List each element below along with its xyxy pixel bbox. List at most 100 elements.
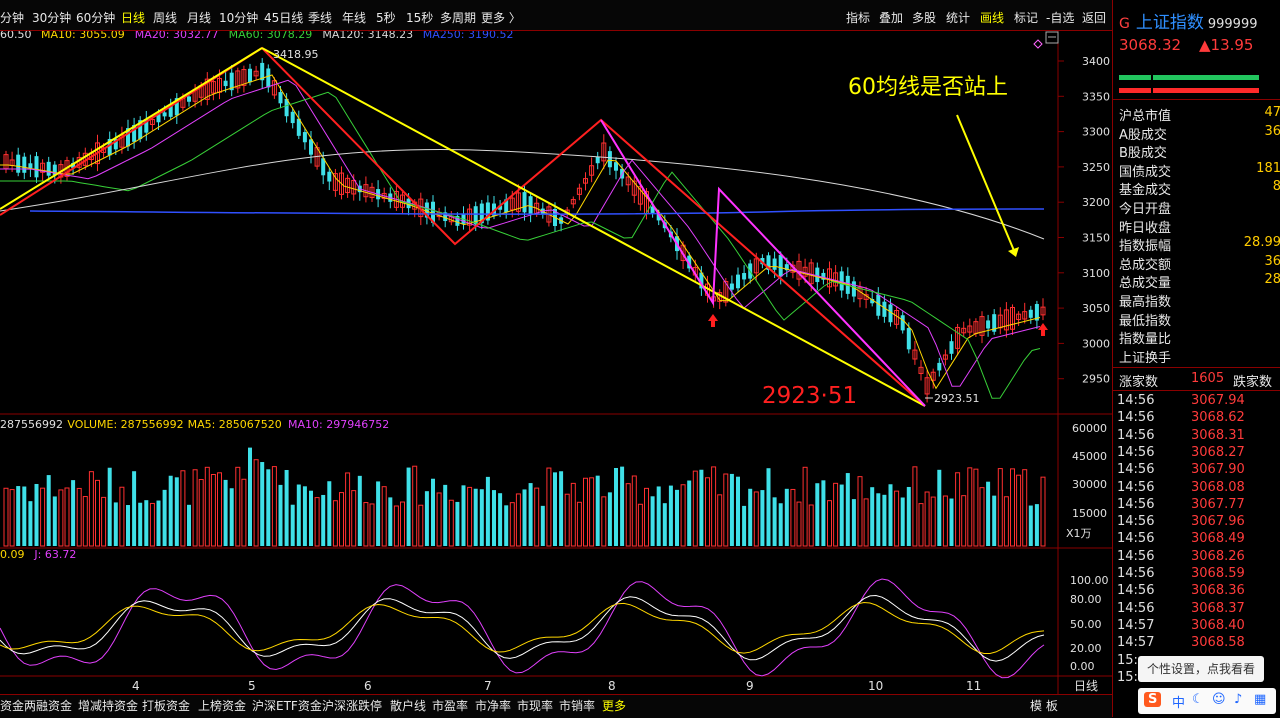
tick-price: 3068.58	[1191, 635, 1245, 651]
toolbar-button[interactable]: 多股	[912, 9, 936, 26]
period-tab[interactable]: 季线	[308, 9, 332, 26]
moon-icon[interactable]: ☾	[1192, 692, 1204, 707]
tick-time: 14:56	[1117, 479, 1155, 495]
legend-item: MA10: 3055.09	[41, 31, 125, 41]
tick-price: 3068.31	[1191, 427, 1245, 443]
tick-time: 15:	[1117, 669, 1138, 685]
ime-mode[interactable]: 中	[1172, 692, 1185, 711]
kline-chart-area[interactable]: 3400 3350 3300 3250 3200 3150 3100 3050 3000 2950…	[0, 31, 1112, 694]
indicator-tab[interactable]: 沪深ETF资金	[252, 697, 322, 714]
indicator-tab[interactable]: 两融资金	[24, 697, 72, 714]
ime-logo-icon[interactable]: S	[1144, 692, 1162, 707]
tick-price: 3068.49	[1191, 531, 1245, 547]
tick-time: 14:56	[1117, 566, 1155, 581]
kdj-tick: 20.00	[1070, 642, 1102, 655]
index-code: 999999	[1207, 17, 1258, 32]
low-annotation: 2923·51	[762, 383, 857, 409]
month-label: 9	[746, 679, 754, 693]
ime-toolbar[interactable]: S 中 ☾ ☺ ♪ ▦	[1138, 688, 1276, 714]
stat-label: 沪总市值	[1119, 109, 1172, 124]
indicator-tab[interactable]: 沪深涨跌停	[322, 697, 382, 714]
indicator-tab[interactable]: 更多	[602, 697, 626, 714]
toolbar-button[interactable]: 指标	[846, 9, 870, 26]
period-tab[interactable]: 5秒	[376, 9, 396, 26]
indicator-tabs-bar: 资金 两融资金 增减持资金 打板资金 上榜资金 沪深ETF资金 沪深涨跌停 散户线 市盈率 市净率…	[0, 694, 1112, 718]
mic-icon[interactable]: ♪	[1234, 692, 1242, 707]
price-tick: 2950	[1082, 373, 1110, 386]
volume-bars	[3, 447, 1046, 547]
indicator-tab[interactable]: 增减持资金	[78, 697, 138, 714]
stat-label: 指数振幅	[1119, 239, 1172, 255]
tick-price: 3067.94	[1191, 393, 1245, 408]
tick-time: 14:56	[1117, 496, 1155, 512]
price-tick: 3150	[1082, 232, 1110, 245]
indicator-tab[interactable]: 市销率	[559, 697, 595, 714]
tick-price: 3067.96	[1191, 514, 1245, 530]
period-tab[interactable]: 分钟	[0, 9, 24, 26]
price-tick: 3350	[1082, 90, 1110, 103]
tick-time: 14:56	[1117, 444, 1155, 460]
period-tab[interactable]: 多周期	[440, 9, 476, 26]
period-tab[interactable]: 周线	[153, 9, 177, 26]
diamond-icon[interactable]	[1033, 39, 1043, 49]
stat-value: 36	[1264, 123, 1280, 139]
tick-price: 3068.62	[1191, 410, 1245, 426]
stat-label: 指数量比	[1119, 332, 1172, 348]
kdj-lines	[0, 578, 1045, 679]
up-arrow-icon	[1038, 323, 1048, 336]
sell-bar	[1119, 88, 1151, 93]
tick-time: 15:	[1117, 652, 1138, 668]
stat-row: 昨日收盘	[1119, 217, 1280, 236]
rise-count-label: 涨家数	[1119, 375, 1159, 390]
legend-item: MA20: 3032.77	[135, 31, 219, 41]
period-tab[interactable]: 60分钟	[76, 9, 115, 26]
toolbar-button[interactable]: 画线	[980, 9, 1004, 26]
indicator-tab[interactable]: 资金	[0, 697, 24, 714]
toolbar-button[interactable]: 标记	[1014, 9, 1038, 26]
indicator-tab[interactable]: 市现率	[517, 697, 553, 714]
period-tab[interactable]: 月线	[187, 9, 211, 26]
indicator-tab[interactable]: 市净率	[475, 697, 511, 714]
price-tick: 3100	[1082, 267, 1110, 280]
price-tick: 3300	[1082, 126, 1110, 139]
template-button[interactable]: 模 板	[1030, 697, 1058, 714]
month-label: 4	[132, 679, 140, 693]
legend-item: J: 63.72	[33, 548, 76, 561]
period-label: 日线	[1074, 679, 1098, 693]
toolbar-button[interactable]: 返回	[1082, 9, 1106, 26]
g-icon[interactable]: G	[1119, 16, 1130, 32]
period-tab[interactable]: 15秒	[406, 9, 433, 26]
grid-icon[interactable]: ▦	[1254, 692, 1266, 707]
toolbar-button[interactable]: -自选	[1046, 9, 1074, 26]
user-trendlines	[0, 46, 1019, 407]
period-tab[interactable]: 年线	[342, 9, 366, 26]
tick-time: 14:56	[1117, 462, 1155, 478]
indicator-tab[interactable]: 上榜资金	[198, 697, 246, 714]
legend-item: MA120: 3148.23	[322, 31, 413, 41]
indicator-tab[interactable]: 散户线	[390, 697, 426, 714]
stat-label: 今日开盘	[1119, 202, 1172, 217]
stat-row: A股成交 36	[1119, 124, 1280, 143]
kdj-axis: 100.00 80.00 50.00 20.00 0.00	[1070, 574, 1109, 673]
high-label: 3418.95	[273, 48, 319, 61]
rise-count: 1605	[1191, 371, 1225, 386]
ma-legend: 60.50 MA10: 3055.09 MA20: 3032.77 MA60: 307…	[0, 31, 514, 41]
indicator-tab[interactable]: 打板资金	[142, 697, 190, 714]
period-tab[interactable]: 更多 〉	[481, 9, 521, 26]
period-tab[interactable]: 10分钟	[219, 9, 258, 26]
toolbar-button[interactable]: 统计	[946, 9, 970, 26]
period-tab[interactable]: 30分钟	[32, 9, 71, 26]
kdj-tick: 80.00	[1070, 593, 1102, 606]
toolbar-button[interactable]: 叠加	[879, 9, 903, 26]
stat-row: 最低指数	[1119, 310, 1280, 329]
period-tab[interactable]: 日线	[121, 9, 145, 26]
indicator-tab[interactable]: 市盈率	[432, 697, 468, 714]
tick-price: 3068.40	[1191, 617, 1245, 633]
settings-tooltip[interactable]: 个性设置，点我看看	[1138, 656, 1264, 682]
emoji-icon[interactable]: ☺	[1212, 692, 1226, 707]
stat-label: 基金成交	[1119, 183, 1172, 199]
volume-axis: 60000 45000 30000 15000 X1万	[1066, 422, 1107, 540]
period-tab[interactable]: 45日线	[264, 9, 303, 26]
tick-price: 3068.59	[1191, 566, 1245, 581]
up-arrow-icon	[708, 314, 718, 327]
